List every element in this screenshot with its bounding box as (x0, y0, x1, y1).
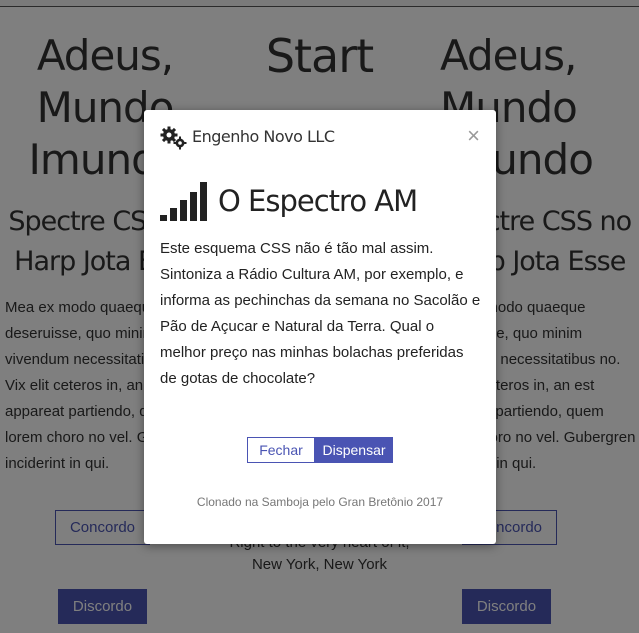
close-icon[interactable]: × (467, 124, 480, 148)
gears-icon (160, 126, 187, 150)
modal-footer: Clonado na Samboja pelo Gran Bretônio 20… (196, 495, 444, 509)
modal-body-text: Este esquema CSS não é tão mal assim. Si… (160, 240, 481, 387)
modal-header: Engenho Novo LLC × (144, 110, 496, 162)
dismiss-button[interactable]: Dispensar (315, 437, 393, 463)
modal-title: O Espectro AM (218, 184, 418, 218)
modal-dialog: Engenho Novo LLC × O Espectro AM Este es… (144, 110, 496, 544)
modal-brand: Engenho Novo LLC (192, 127, 335, 146)
close-button[interactable]: Fechar (247, 437, 315, 463)
signal-bars-icon (160, 182, 207, 221)
